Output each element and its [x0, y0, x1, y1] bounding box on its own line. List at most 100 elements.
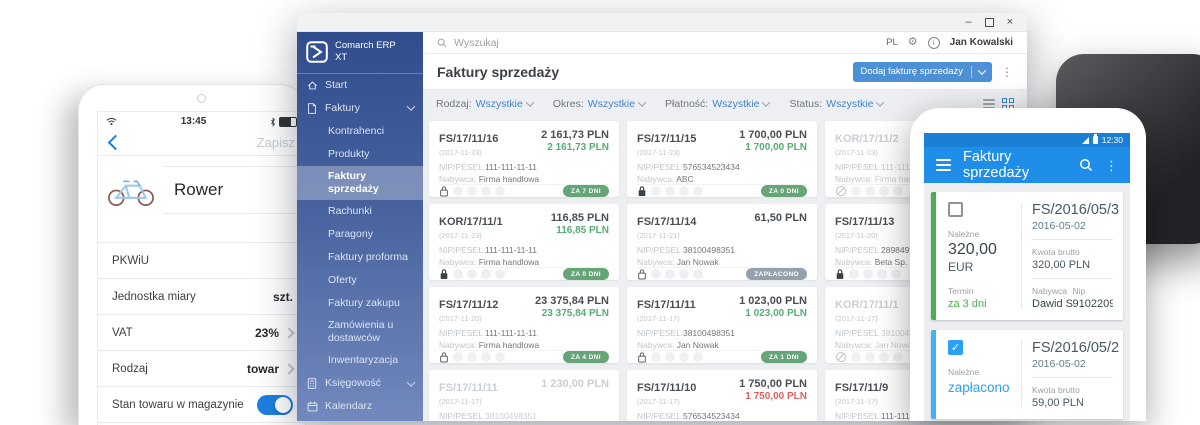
field-value-wrap: szt.: [273, 290, 293, 304]
status-dot-icon: [495, 186, 505, 196]
filter-płatność[interactable]: Płatność: Wszystkie: [665, 97, 771, 110]
product-name: Rower: [174, 180, 224, 199]
buyer-value: Firma handlowa: [478, 174, 540, 184]
signal-icon: [1081, 136, 1089, 144]
chevron-down-icon: [876, 97, 885, 107]
calendar-icon: [306, 401, 318, 412]
status-dot-icon: [879, 352, 889, 362]
phone-nip-value: 9102209...: [1072, 298, 1114, 310]
invoice-card[interactable]: FS/17/11/11 (2017-11-17) 1 023,00 PLN 1 023…: [627, 287, 817, 363]
invoice-card[interactable]: KOR/17/11/1 (2017-11-23) 116,85 PLN 116,85 …: [429, 204, 619, 280]
minimize-icon[interactable]: –: [965, 16, 971, 28]
sidebar-item-oferty[interactable]: Oferty: [297, 269, 423, 292]
invoice-card[interactable]: FS/17/11/12 (2017-11-20) 23 375,84 PLN 23 3…: [429, 287, 619, 363]
settings-gear-icon[interactable]: ⚙: [908, 37, 918, 48]
filter-status[interactable]: Status: Wszystkie: [789, 97, 885, 110]
close-icon[interactable]: ×: [1007, 16, 1013, 28]
nip-value: 38100498351: [484, 411, 537, 421]
filter-value: Wszystkie: [712, 97, 760, 110]
gross-label: Kwota brutto: [1032, 247, 1080, 257]
back-chevron-icon[interactable]: [107, 134, 124, 150]
amount-currency: EUR: [948, 260, 974, 274]
top-search-bar: Wyszukaj PL ⚙ i Jan Kowalski: [423, 32, 1027, 54]
lock-filled-icon: [835, 268, 845, 280]
list-view-icon[interactable]: [983, 98, 995, 109]
sidebar-item-faktury-sprzedaży[interactable]: Faktury sprzedaży: [297, 165, 423, 200]
phone-invoice-card[interactable]: Należne 320,00 EUR Termin za 3 dni FS/2016/05…: [931, 192, 1123, 320]
status-dot-icon: [453, 352, 463, 362]
field-row-vat[interactable]: VAT 23%: [98, 315, 305, 351]
invoice-card[interactable]: FS/17/11/11 (2017-11-17) 1 230,00 PLN NIP/P…: [429, 370, 619, 421]
invoice-checkbox[interactable]: ✓: [948, 340, 963, 355]
filter-rodzaj[interactable]: Rodzaj: Wszystkie: [436, 98, 535, 110]
user-menu[interactable]: Jan Kowalski: [950, 37, 1013, 48]
invoice-card[interactable]: FS/17/11/10 (2017-11-17) 1 750,00 PLN 1 750…: [627, 370, 817, 421]
sidebar-item-faktury-proforma[interactable]: Faktury proforma: [297, 246, 423, 269]
due-badge: ZA 4 DNI: [562, 351, 609, 363]
nip-label: NIP/PESEL: [835, 245, 881, 255]
status-dot-icon: [481, 269, 491, 279]
buyer-label: Nabywca:: [637, 340, 677, 350]
sidebar-item-księgowość[interactable]: Księgowość: [297, 372, 423, 395]
sidebar-item-label: Paragony: [328, 227, 373, 240]
invoice-card[interactable]: FS/17/11/15 (2017-11-23) 1 700,00 PLN 1 700…: [627, 121, 817, 197]
status-dot-icon: [665, 269, 675, 279]
phone-kebab-icon[interactable]: ⋮: [1105, 159, 1118, 172]
save-button[interactable]: Zapisz: [257, 135, 297, 150]
add-invoice-button[interactable]: Dodaj fakturę sprzedaży: [852, 61, 992, 82]
info-icon[interactable]: i: [927, 36, 940, 49]
nip-label: NIP/PESEL: [637, 162, 683, 172]
amount-value: 320,00: [948, 241, 997, 258]
nip-label: NIP/PESEL: [835, 162, 881, 172]
sidebar-item-kalendarz[interactable]: Kalendarz: [297, 395, 423, 418]
sidebar-item-paragony[interactable]: Paragony: [297, 223, 423, 246]
product-image-bicycle[interactable]: [98, 166, 164, 214]
sidebar-item-faktury[interactable]: Faktury: [297, 97, 423, 120]
phone-device: 12:30 Faktury sprzedaży ⋮ Należne 320,00 E…: [910, 108, 1146, 421]
invoice-buyer-row: Nabywca: ABC: [637, 174, 807, 184]
invoice-card[interactable]: FS/17/11/16 (2017-11-23) 2 161,73 PLN 2 161…: [429, 121, 619, 197]
field-row-stan-towaru-w-magazynie[interactable]: Stan towaru w magazynie: [98, 387, 305, 423]
invoice-checkbox[interactable]: [948, 202, 963, 217]
field-label: VAT: [112, 326, 133, 339]
due-badge: ZA 0 DNI: [562, 268, 609, 280]
hamburger-menu-icon[interactable]: [936, 159, 951, 171]
field-row-rodzaj[interactable]: Rodzaj towar: [98, 351, 305, 387]
phone-clock: 12:30: [1101, 135, 1123, 145]
kebab-menu-icon[interactable]: ⋮: [1001, 66, 1013, 78]
term-label: Termin: [948, 286, 974, 296]
field-row-pkwiu[interactable]: PKWiU: [98, 243, 305, 279]
status-stripe: [931, 192, 936, 320]
stage: 13:45 Zapisz Rower PKWiU Jednostka miary…: [0, 0, 1200, 425]
buyer-value: Jan Nowak: [676, 257, 719, 267]
search-input[interactable]: Wyszukaj: [454, 37, 499, 49]
sidebar-item-faktury-zakupu[interactable]: Faktury zakupu: [297, 292, 423, 315]
sidebar-item-rachunki[interactable]: Rachunki: [297, 200, 423, 223]
app-logo[interactable]: Comarch ERP XT: [297, 32, 423, 74]
sidebar-item-inwentaryzacja[interactable]: Inwentaryzacja: [297, 349, 423, 372]
nip-label: NIP/PESEL: [439, 245, 485, 255]
invoice-card[interactable]: FS/17/11/14 (2017-11-21) 61,50 PLN NIP/PESE…: [627, 204, 817, 280]
toggle-on[interactable]: [257, 394, 293, 415]
field-value: 23%: [254, 325, 279, 340]
filter-label: Status:: [789, 97, 823, 110]
language-button[interactable]: PL: [886, 37, 898, 48]
filter-okres[interactable]: Okres: Wszystkie: [553, 98, 647, 110]
maximize-icon[interactable]: [984, 17, 994, 27]
phone-invoice-card[interactable]: ✓ Należne zapłacono FS/2016/05/2 2016-05-02 K…: [931, 330, 1123, 419]
phone-search-icon[interactable]: [1079, 158, 1093, 172]
buyer-value: Firma handlowa: [478, 340, 540, 350]
product-name-field[interactable]: Rower: [164, 166, 305, 214]
tablet-screen: 13:45 Zapisz Rower PKWiU Jednostka miary…: [97, 111, 305, 425]
sidebar-item-zamówienia-u-dostawców[interactable]: Zamówienia u dostawców: [297, 315, 423, 349]
field-row-jednostka-miary[interactable]: Jednostka miary szt.: [98, 279, 305, 315]
invoice-date: (2017-11-20): [835, 231, 878, 240]
filters: Rodzaj: Wszystkie Okres: Wszystkie Płatność:…: [436, 97, 885, 110]
field-value-wrap: 23%: [254, 325, 295, 340]
comarch-logo-icon: [306, 41, 328, 63]
invoice-number: FS/17/11/14: [637, 216, 697, 228]
chevron-down-icon[interactable]: [972, 65, 992, 75]
sidebar-item-kontrahenci[interactable]: Kontrahenci: [297, 120, 423, 143]
sidebar-item-produkty[interactable]: Produkty: [297, 143, 423, 166]
sidebar-item-start[interactable]: Start: [297, 74, 423, 97]
